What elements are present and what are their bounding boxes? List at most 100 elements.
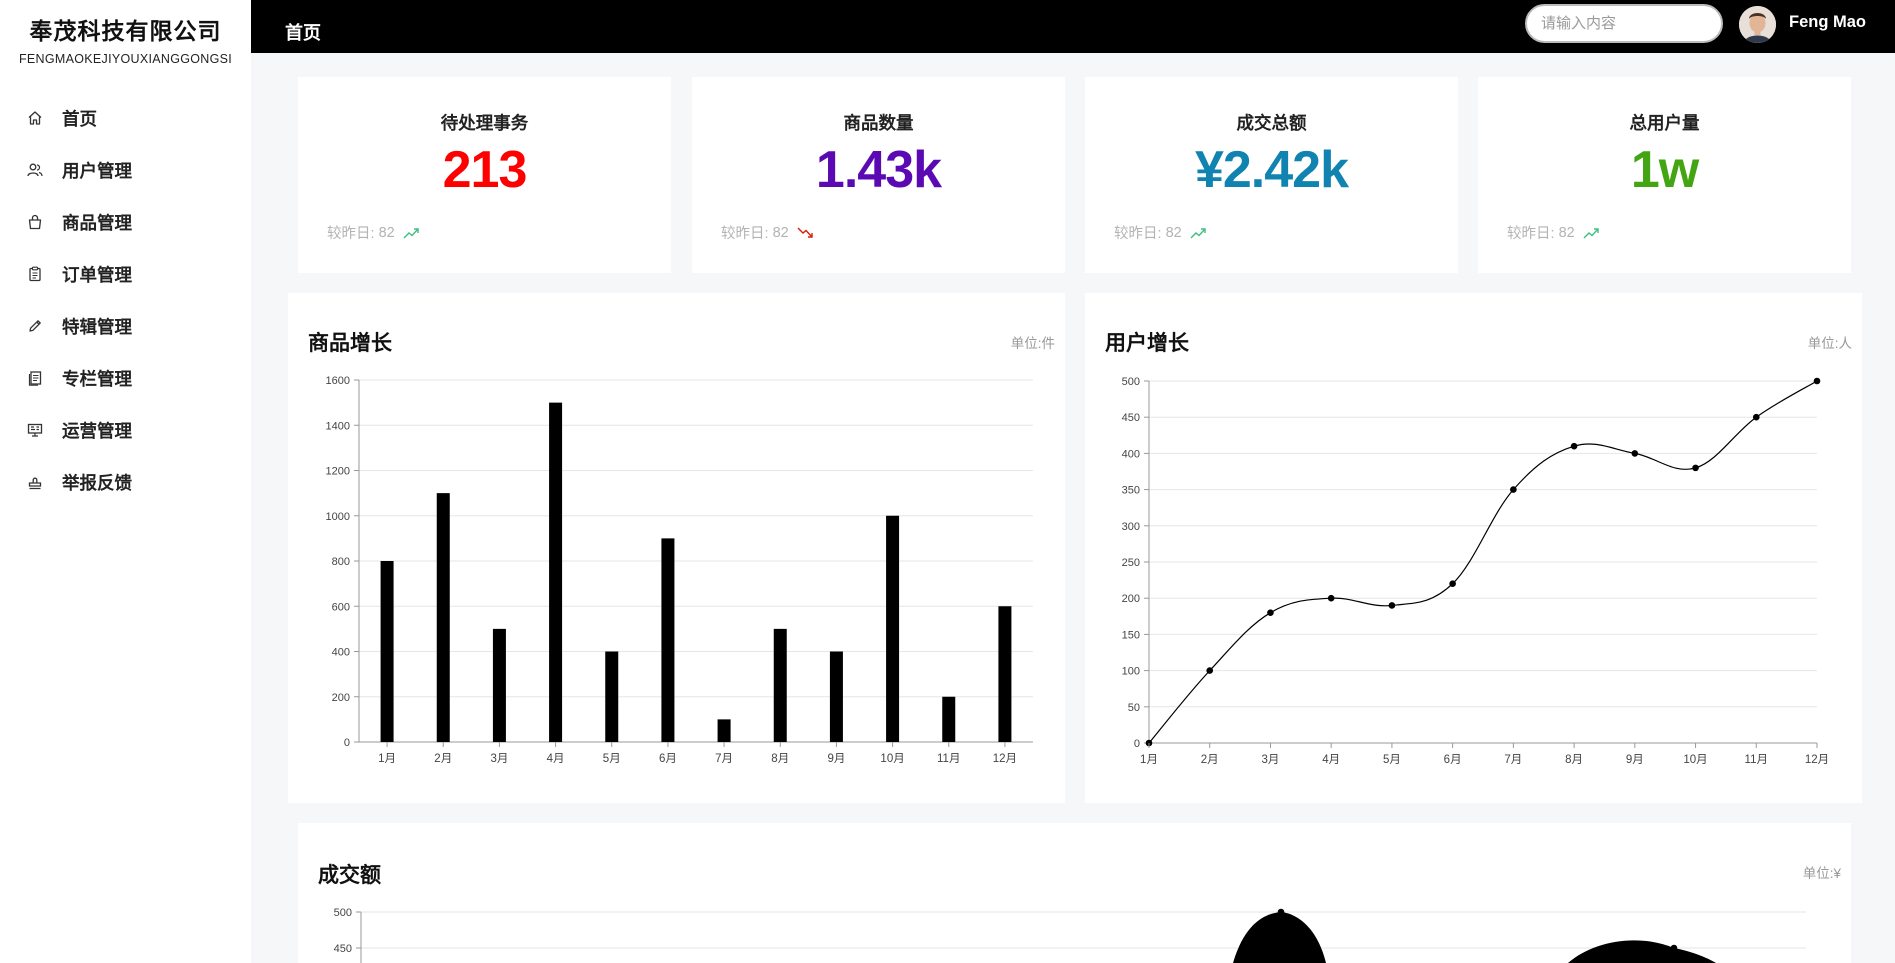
sidebar-menu: 首页 用户管理 商品管理 订单管理 特辑管理 专栏管理 运营管理 举报反馈	[0, 92, 251, 508]
y-tick-label: 500	[1122, 376, 1140, 388]
bar	[773, 628, 787, 742]
data-point	[1510, 486, 1517, 493]
data-point	[1692, 464, 1699, 472]
y-tick-label: 300	[1122, 521, 1140, 533]
pencil-icon	[26, 317, 44, 335]
bar	[549, 402, 563, 742]
sidebar-item-operations[interactable]: 运营管理	[0, 404, 251, 456]
data-point	[1277, 908, 1285, 916]
bar	[942, 696, 956, 742]
x-tick-label: 10月	[1683, 754, 1707, 766]
search-input[interactable]	[1541, 15, 1711, 32]
compare-label: 较昨日:	[1114, 226, 1162, 242]
y-tick-label: 450	[1122, 412, 1140, 424]
y-tick-label: 150	[1122, 629, 1140, 641]
y-tick-label: 1600	[326, 375, 350, 387]
y-tick-label: 800	[332, 556, 350, 568]
y-tick-label: 400	[332, 647, 350, 659]
compare-value: 82	[1165, 224, 1182, 241]
bar	[605, 651, 619, 742]
data-point	[1388, 602, 1396, 609]
sidebar-item-label: 运营管理	[62, 420, 132, 441]
stat-card-sales: 成交总额 ¥2.42k 较昨日: 82	[1085, 77, 1458, 273]
stat-title: 总用户量	[1629, 113, 1700, 133]
bar	[661, 538, 675, 742]
avatar[interactable]	[1739, 6, 1776, 43]
y-tick-label: 200	[1122, 593, 1140, 605]
x-tick-label: 10月	[880, 753, 904, 765]
sidebar-item-specials[interactable]: 特辑管理	[0, 300, 251, 352]
user-line-chart: 0 50 100 150 200 250 300 350 400 450 500 1月 2月 3月 4月 5月…	[1122, 376, 1830, 766]
stat-value: 1.43k	[815, 141, 942, 199]
x-tick-label: 6月	[659, 753, 677, 765]
bag-icon	[26, 213, 44, 231]
home-icon	[26, 109, 44, 127]
trend-up-icon	[403, 227, 420, 239]
data-point	[1206, 667, 1214, 674]
y-tick-label: 350	[1122, 485, 1140, 497]
x-tick-label: 11月	[937, 753, 960, 765]
stat-card-users: 总用户量 1w 较昨日: 82	[1478, 77, 1851, 273]
x-tick-label: 2月	[1201, 754, 1219, 766]
x-tick-label: 4月	[547, 753, 565, 765]
sidebar-item-columns[interactable]: 专栏管理	[0, 352, 251, 404]
x-tick-label: 7月	[1504, 754, 1522, 766]
sidebar-item-users[interactable]: 用户管理	[0, 144, 251, 196]
sidebar-item-home[interactable]: 首页	[0, 92, 251, 144]
data-point	[1570, 442, 1578, 450]
x-tick-label: 3月	[1262, 754, 1280, 766]
bar	[380, 561, 394, 742]
top-header: 首页 Feng Mao	[251, 0, 1895, 53]
goods-growth-panel: 商品增长 单位:件 0 200 400 600 800 1000 1200 1400 1600 1…	[288, 293, 1065, 803]
y-tick-label: 50	[1128, 702, 1140, 714]
y-tick-label: 400	[1122, 448, 1140, 460]
user-growth-panel: 用户增长 单位:人 0 50 100 150 200 250 300 350 400 450 500…	[1085, 293, 1862, 803]
stat-card-goods: 商品数量 1.43k 较昨日: 82	[692, 77, 1065, 273]
sidebar-item-label: 用户管理	[62, 160, 132, 181]
sidebar: 奉茂科技有限公司 FENGMAOKEJIYOUXIANGGONGSI 首页 用户…	[0, 0, 251, 963]
y-tick-label: 100	[1122, 666, 1140, 678]
document-icon	[26, 369, 44, 387]
y-tick-label: 1400	[326, 420, 350, 432]
x-tick-label: 9月	[827, 753, 845, 765]
sidebar-item-label: 首页	[62, 108, 97, 129]
page-title: 首页	[285, 23, 321, 43]
bar	[717, 719, 731, 742]
monitor-icon	[26, 421, 44, 439]
username[interactable]: Feng Mao	[1789, 13, 1866, 32]
y-tick-label: 600	[332, 601, 350, 613]
y-tick-label: 250	[1122, 557, 1140, 569]
x-tick-label: 7月	[715, 753, 733, 765]
stat-compare: 较昨日: 82	[1507, 222, 1600, 243]
area-peak	[1568, 940, 1716, 963]
stat-title: 待处理事务	[440, 113, 529, 133]
x-tick-label: 12月	[1805, 754, 1829, 766]
x-tick-label: 5月	[1383, 754, 1401, 766]
sidebar-item-orders[interactable]: 订单管理	[0, 248, 251, 300]
area-peak	[1233, 912, 1326, 963]
search-box[interactable]	[1525, 4, 1723, 43]
trend-up-icon	[1583, 227, 1600, 239]
compare-value: 82	[378, 224, 395, 241]
y-tick-label: 1200	[326, 466, 350, 478]
bar	[829, 651, 843, 742]
data-point	[1449, 580, 1456, 588]
x-tick-label: 1月	[1140, 754, 1158, 766]
x-tick-label: 12月	[993, 753, 1017, 765]
sidebar-item-goods[interactable]: 商品管理	[0, 196, 251, 248]
sidebar-item-reports[interactable]: 举报反馈	[0, 456, 251, 508]
x-tick-label: 6月	[1444, 754, 1462, 766]
sales-panel: 成交额 单位:¥ 450 500	[298, 823, 1851, 963]
data-point	[1813, 377, 1821, 385]
bar	[436, 493, 450, 742]
compare-value: 82	[772, 224, 789, 241]
sales-area-chart: 450 500	[334, 907, 1806, 963]
stat-title: 成交总额	[1236, 113, 1307, 133]
y-tick-label: 0	[1134, 738, 1140, 750]
compare-label: 较昨日:	[1507, 226, 1555, 242]
x-tick-label: 3月	[490, 753, 508, 765]
x-tick-label: 2月	[434, 753, 452, 765]
data-point	[1631, 450, 1639, 457]
data-point	[1327, 594, 1335, 602]
y-tick-label: 500	[334, 907, 352, 919]
